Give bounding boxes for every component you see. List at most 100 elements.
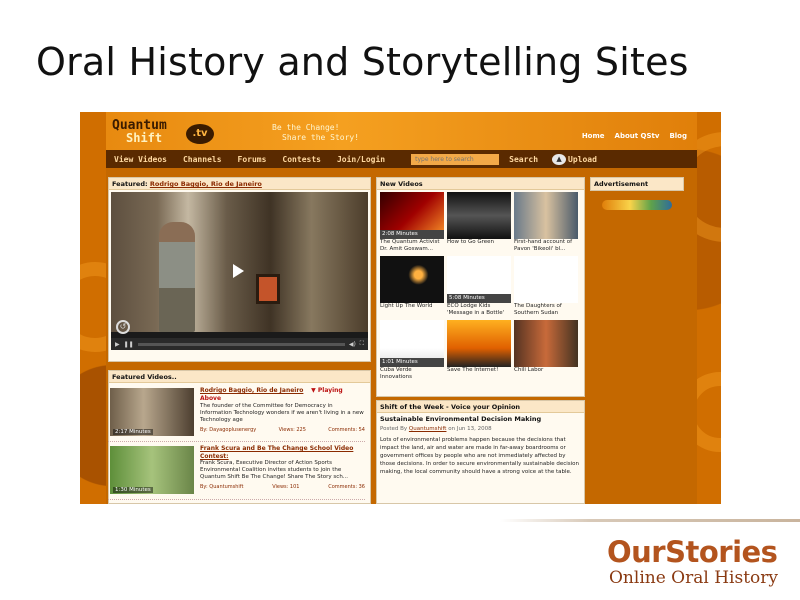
featured-panel: Featured: Rodrigo Baggio, Rio de Janeiro…: [108, 177, 371, 362]
shift-title: Sustainable Environmental Decision Makin…: [380, 415, 542, 423]
search-button[interactable]: Search: [501, 155, 546, 164]
new-videos-panel: New Videos 2:08 Minutes The Quantum Acti…: [376, 177, 585, 397]
replay-icon[interactable]: ↺: [116, 320, 130, 334]
video-thumbnail[interactable]: [514, 192, 578, 239]
video-duration: 5:08 Minutes: [447, 294, 511, 303]
volume-icon[interactable]: ◀): [349, 341, 356, 348]
video-title-link[interactable]: Frank Scura and Be The Change School Vid…: [200, 445, 353, 452]
logo-badge: .tv: [186, 124, 214, 144]
list-item[interactable]: 2:17 Minutes Rodrigo Baggio, Rio de Jane…: [108, 384, 365, 442]
fullscreen-icon[interactable]: ⛶: [360, 340, 364, 348]
video-title-link[interactable]: Rodrigo Baggio, Rio de Janeiro: [200, 387, 303, 394]
video-duration: 2:17 Minutes: [113, 429, 153, 435]
new-video-item[interactable]: First-hand account of Pavon 'Bikeoli' bl…: [514, 192, 578, 253]
video-thumbnail[interactable]: [380, 256, 444, 303]
site-tagline: Be the Change! Share the Story!: [272, 123, 359, 143]
posted-prefix: Posted By: [380, 426, 409, 432]
advertisement-logo[interactable]: [602, 200, 672, 210]
top-links: Home About QStv Blog: [582, 132, 687, 140]
top-link-about[interactable]: About QStv: [615, 132, 660, 140]
new-video-item[interactable]: 5:08 Minutes ECO Lodge Kids 'Message in …: [447, 256, 511, 317]
video-thumbnail[interactable]: [514, 256, 578, 303]
site-logo[interactable]: Quantum Shift: [112, 119, 167, 144]
new-video-item[interactable]: Save The Internet!: [447, 320, 511, 381]
new-video-item[interactable]: 1:01 Minutes Cuba Verde Innovations: [380, 320, 444, 381]
video-thumbnail[interactable]: 2:17 Minutes: [110, 388, 194, 436]
play-control-icon[interactable]: ▶: [115, 341, 120, 348]
video-caption[interactable]: Cuba Verde Innovations: [380, 367, 444, 381]
nav-view-videos[interactable]: View Videos: [106, 155, 175, 164]
video-info: Rodrigo Baggio, Rio de Janeiro ▼ Playing…: [200, 387, 365, 434]
new-video-item[interactable]: Light Up The World: [380, 256, 444, 317]
brand-subtitle: Online Oral History: [609, 568, 778, 588]
featured-head-prefix: Featured:: [112, 180, 150, 188]
video-caption[interactable]: The Quantum Activist Dr. Amit Goswam...: [380, 239, 444, 253]
new-video-item[interactable]: How to Go Green: [447, 192, 511, 253]
video-thumbnail[interactable]: 5:08 Minutes: [447, 256, 511, 303]
featured-videos-head: Featured Videos..: [109, 371, 370, 383]
new-video-item[interactable]: Chili Labor: [514, 320, 578, 381]
video-caption[interactable]: How to Go Green: [447, 239, 511, 253]
posted-by-link[interactable]: Quantumshift: [409, 426, 447, 432]
nav-contests[interactable]: Contests: [274, 155, 329, 164]
video-views: Views: 101: [272, 484, 300, 490]
player-controls: ▶ ❚❚ ◀) ⛶: [111, 338, 368, 350]
top-link-blog[interactable]: Blog: [669, 132, 687, 140]
featured-head-link[interactable]: Rodrigo Baggio, Rio de Janeiro: [150, 180, 262, 188]
tagline-line-1: Be the Change!: [272, 123, 340, 132]
video-thumbnail[interactable]: [514, 320, 578, 367]
video-description: Frank Scura, Executive Director of Actio…: [200, 460, 349, 480]
video-meta: By: Quantumshift Views: 101 Comments: 36: [200, 484, 365, 491]
video-duration: 1:30 Minutes: [113, 487, 153, 493]
shift-body: Lots of environmental problems happen be…: [380, 437, 580, 475]
nav-channels[interactable]: Channels: [175, 155, 230, 164]
shift-content: Sustainable Environmental Decision Makin…: [380, 415, 582, 476]
video-thumbnail[interactable]: [447, 320, 511, 367]
ourstories-brand: OurStories Online Oral History: [607, 536, 778, 588]
new-video-item[interactable]: The Daughters of Southern Sudan: [514, 256, 578, 317]
upload-button[interactable]: ▲ Upload: [552, 153, 597, 165]
new-videos-head: New Videos: [377, 178, 584, 190]
video-views: Views: 225: [278, 427, 306, 433]
nav-forums[interactable]: Forums: [230, 155, 275, 164]
video-duration: 1:01 Minutes: [380, 358, 444, 367]
upload-label: Upload: [568, 154, 597, 164]
video-comments[interactable]: Comments: 54: [328, 427, 365, 434]
quantum-shift-site: Quantum Shift .tv Be the Change! Share t…: [106, 112, 697, 504]
video-info: Frank Scura and Be The Change School Vid…: [200, 445, 365, 491]
nav-join-login[interactable]: Join/Login: [329, 155, 393, 164]
video-meta: By: Dayagoplusenergy Views: 225 Comments…: [200, 427, 365, 434]
video-thumbnail[interactable]: 2:08 Minutes: [380, 192, 444, 239]
new-video-item[interactable]: 2:08 Minutes The Quantum Activist Dr. Am…: [380, 192, 444, 253]
progress-bar[interactable]: [137, 342, 345, 346]
top-link-home[interactable]: Home: [582, 132, 605, 140]
video-caption[interactable]: Chili Labor: [514, 367, 578, 381]
video-author[interactable]: By: Dayagoplusenergy: [200, 427, 256, 434]
video-author[interactable]: By: Quantumshift: [200, 484, 243, 491]
video-caption[interactable]: Save The Internet!: [447, 367, 511, 381]
search-input[interactable]: [411, 153, 500, 165]
video-description: The founder of the Committee for Democra…: [200, 403, 364, 423]
featured-videos-list: 2:17 Minutes Rodrigo Baggio, Rio de Jane…: [108, 384, 365, 500]
brand-name: OurStories: [607, 535, 778, 569]
video-caption[interactable]: Light Up The World: [380, 303, 444, 317]
pause-control-icon[interactable]: ❚❚: [124, 341, 134, 348]
video-caption[interactable]: The Daughters of Southern Sudan: [514, 303, 578, 317]
play-icon[interactable]: [233, 264, 244, 278]
video-title-link-2[interactable]: Contest:: [200, 453, 365, 460]
video-thumbnail[interactable]: [447, 192, 511, 239]
site-screenshot-frame: Quantum Shift .tv Be the Change! Share t…: [80, 112, 721, 504]
video-player[interactable]: ↺ ▶ ❚❚ ◀) ⛶: [111, 192, 368, 350]
slide-title: Oral History and Storytelling Sites: [36, 40, 689, 84]
video-thumbnail[interactable]: 1:01 Minutes: [380, 320, 444, 367]
video-duration: 2:08 Minutes: [380, 230, 444, 239]
video-thumbnail[interactable]: 1:30 Minutes: [110, 446, 194, 494]
list-item[interactable]: 1:30 Minutes Frank Scura and Be The Chan…: [108, 442, 365, 500]
video-comments[interactable]: Comments: 36: [328, 484, 365, 491]
featured-head: Featured: Rodrigo Baggio, Rio de Janeiro: [109, 178, 370, 190]
shift-head: Shift of the Week - Voice your Opinion: [377, 401, 584, 413]
brand-divider: [500, 519, 800, 522]
video-caption[interactable]: ECO Lodge Kids 'Message in a Bottle': [447, 303, 511, 317]
upload-icon: ▲: [552, 153, 567, 165]
video-caption[interactable]: First-hand account of Pavon 'Bikeoli' bl…: [514, 239, 578, 253]
